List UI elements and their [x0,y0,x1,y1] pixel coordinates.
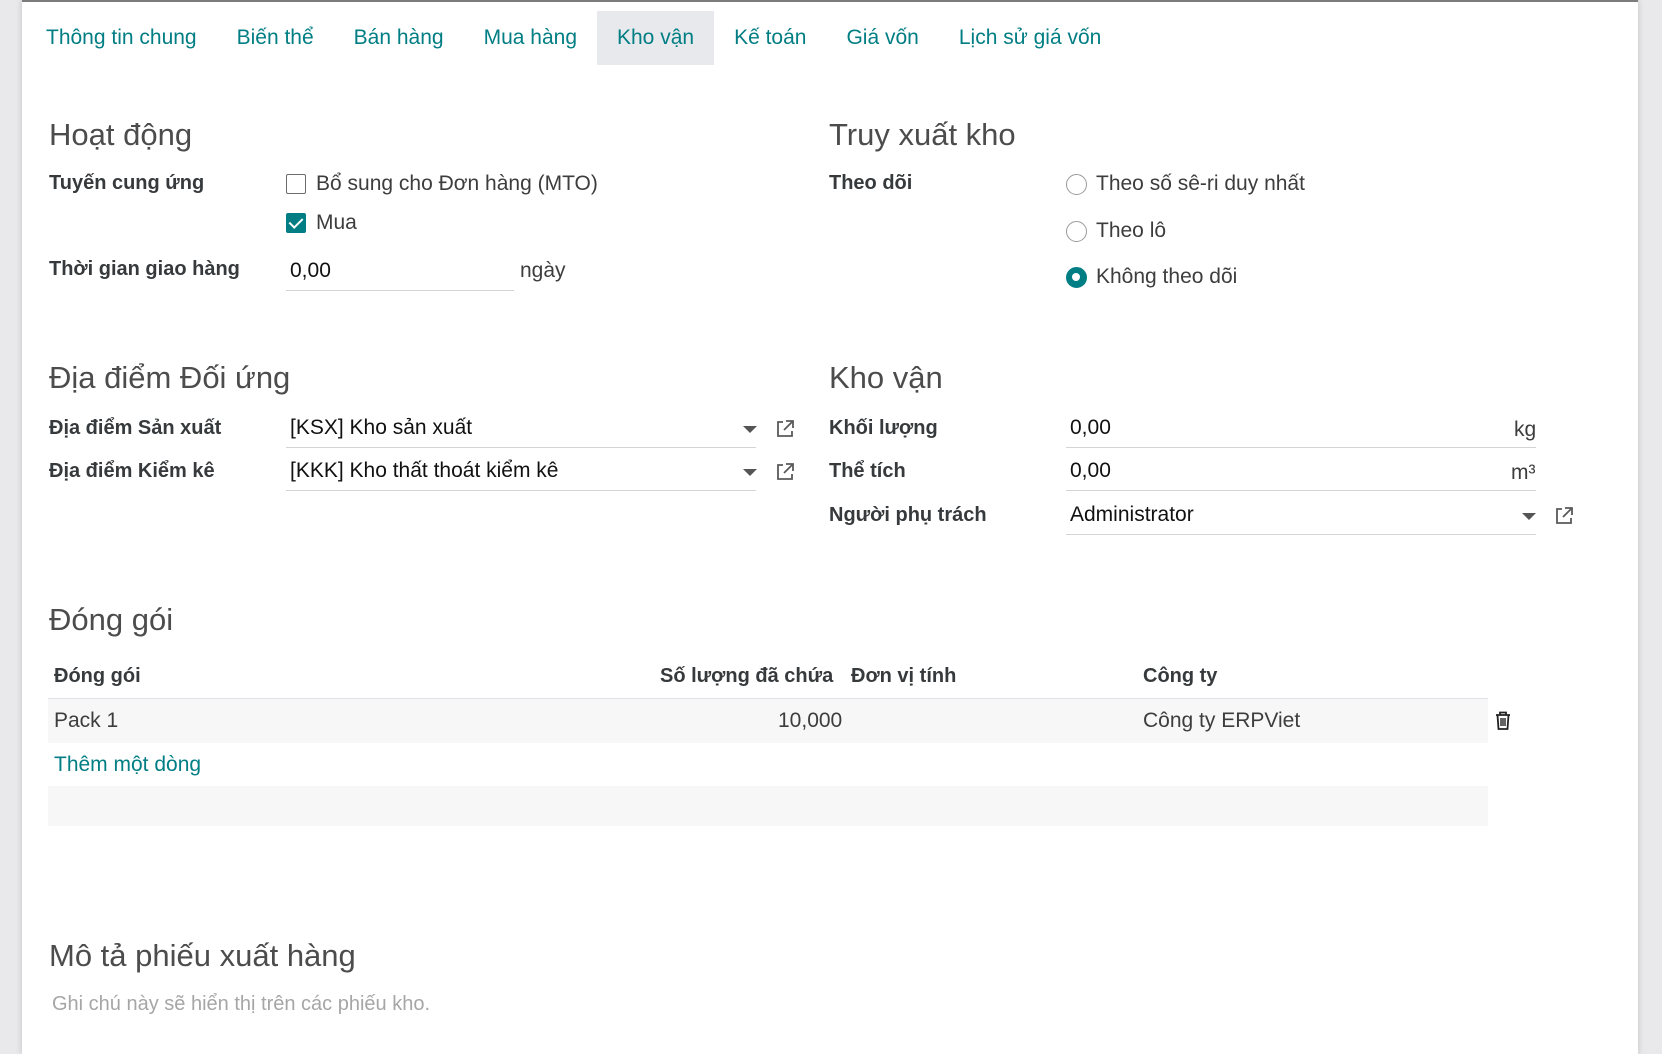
section-title-packaging: Đóng gói [49,602,174,637]
route-buy-checkbox[interactable] [286,213,306,233]
production-location-select[interactable]: [KSX] Kho sản xuất [286,410,756,448]
column-header-packaging[interactable]: Đóng gói [54,665,141,688]
tracking-none-radio[interactable] [1066,267,1087,288]
cell-company[interactable]: Công ty ERPViet [1143,709,1300,733]
tracking-lot-label[interactable]: Theo lô [1096,219,1166,243]
column-header-uom[interactable]: Đơn vị tính [851,665,956,688]
tab-purchase[interactable]: Mua hàng [464,11,597,65]
inventory-location-select[interactable]: [KKK] Kho thất thoát kiểm kê [286,453,756,491]
responsible-select[interactable]: Administrator [1066,497,1536,535]
tab-accounting[interactable]: Kế toán [714,11,826,65]
notebook-tabs: Thông tin chung Biến thể Bán hàng Mua hà… [26,11,1121,65]
tab-cost[interactable]: Giá vốn [826,11,938,65]
table-row[interactable]: Pack 1 10,000 Công ty ERPViet [48,699,1510,743]
cell-packaging-name[interactable]: Pack 1 [54,709,118,733]
production-location-label: Địa điểm Sản xuất [49,417,222,439]
section-title-delivery-description: Mô tả phiếu xuất hàng [49,938,356,973]
section-title-logistics: Kho vận [829,360,943,395]
section-title-counterpart: Địa điểm Đối ứng [49,360,291,395]
weight-label: Khối lượng [829,417,938,439]
route-mto-label[interactable]: Bổ sung cho Đơn hàng (MTO) [316,172,598,196]
packaging-table-header: Đóng gói Số lượng đã chứa Đơn vị tính Cô… [48,655,1488,699]
tracking-label: Theo dõi [829,172,913,194]
lead-time-label: Thời gian giao hàng [49,258,240,280]
cell-contained-qty[interactable]: 10,000 [778,709,842,733]
empty-table-row [48,786,1488,826]
tab-general-info[interactable]: Thông tin chung [26,11,217,65]
volume-label: Thể tích [829,460,906,482]
column-header-contained-qty[interactable]: Số lượng đã chứa [660,665,833,688]
inventory-location-label: Địa điểm Kiểm kê [49,460,215,482]
tracking-serial-radio[interactable] [1066,174,1087,195]
chevron-down-icon[interactable] [743,426,757,433]
weight-input[interactable]: 0,00 [1066,410,1536,448]
weight-unit: kg [1514,418,1537,441]
routes-label: Tuyến cung ứng [49,172,205,194]
section-title-operations: Hoạt động [49,117,193,152]
tab-variants[interactable]: Biến thể [217,11,334,65]
lead-time-unit: ngày [520,259,566,282]
tab-sales[interactable]: Bán hàng [334,11,464,65]
external-link-icon[interactable] [774,461,796,483]
responsible-label: Người phụ trách [829,504,987,526]
route-mto-checkbox[interactable] [286,174,306,194]
tab-cost-history[interactable]: Lịch sử giá vốn [939,11,1121,65]
tracking-serial-label[interactable]: Theo số sê-ri duy nhất [1096,172,1305,196]
add-line-link[interactable]: Thêm một dòng [54,753,201,777]
delivery-description-input[interactable]: Ghi chú này sẽ hiển thị trên các phiếu k… [52,993,430,1016]
column-header-company[interactable]: Công ty [1143,665,1217,688]
external-link-icon[interactable] [774,418,796,440]
chevron-down-icon[interactable] [1522,513,1536,520]
route-buy-label[interactable]: Mua [316,211,357,235]
volume-input[interactable]: 0,00 [1066,453,1536,491]
trash-icon[interactable] [1494,710,1512,731]
section-title-traceability: Truy xuất kho [829,117,1016,152]
chevron-down-icon[interactable] [743,469,757,476]
tracking-none-label[interactable]: Không theo dõi [1096,265,1237,289]
external-link-icon[interactable] [1553,505,1575,527]
tracking-lot-radio[interactable] [1066,221,1087,242]
lead-time-input[interactable]: 0,00 [286,253,514,291]
volume-unit: m³ [1511,461,1536,484]
tab-inventory[interactable]: Kho vận [597,11,715,65]
